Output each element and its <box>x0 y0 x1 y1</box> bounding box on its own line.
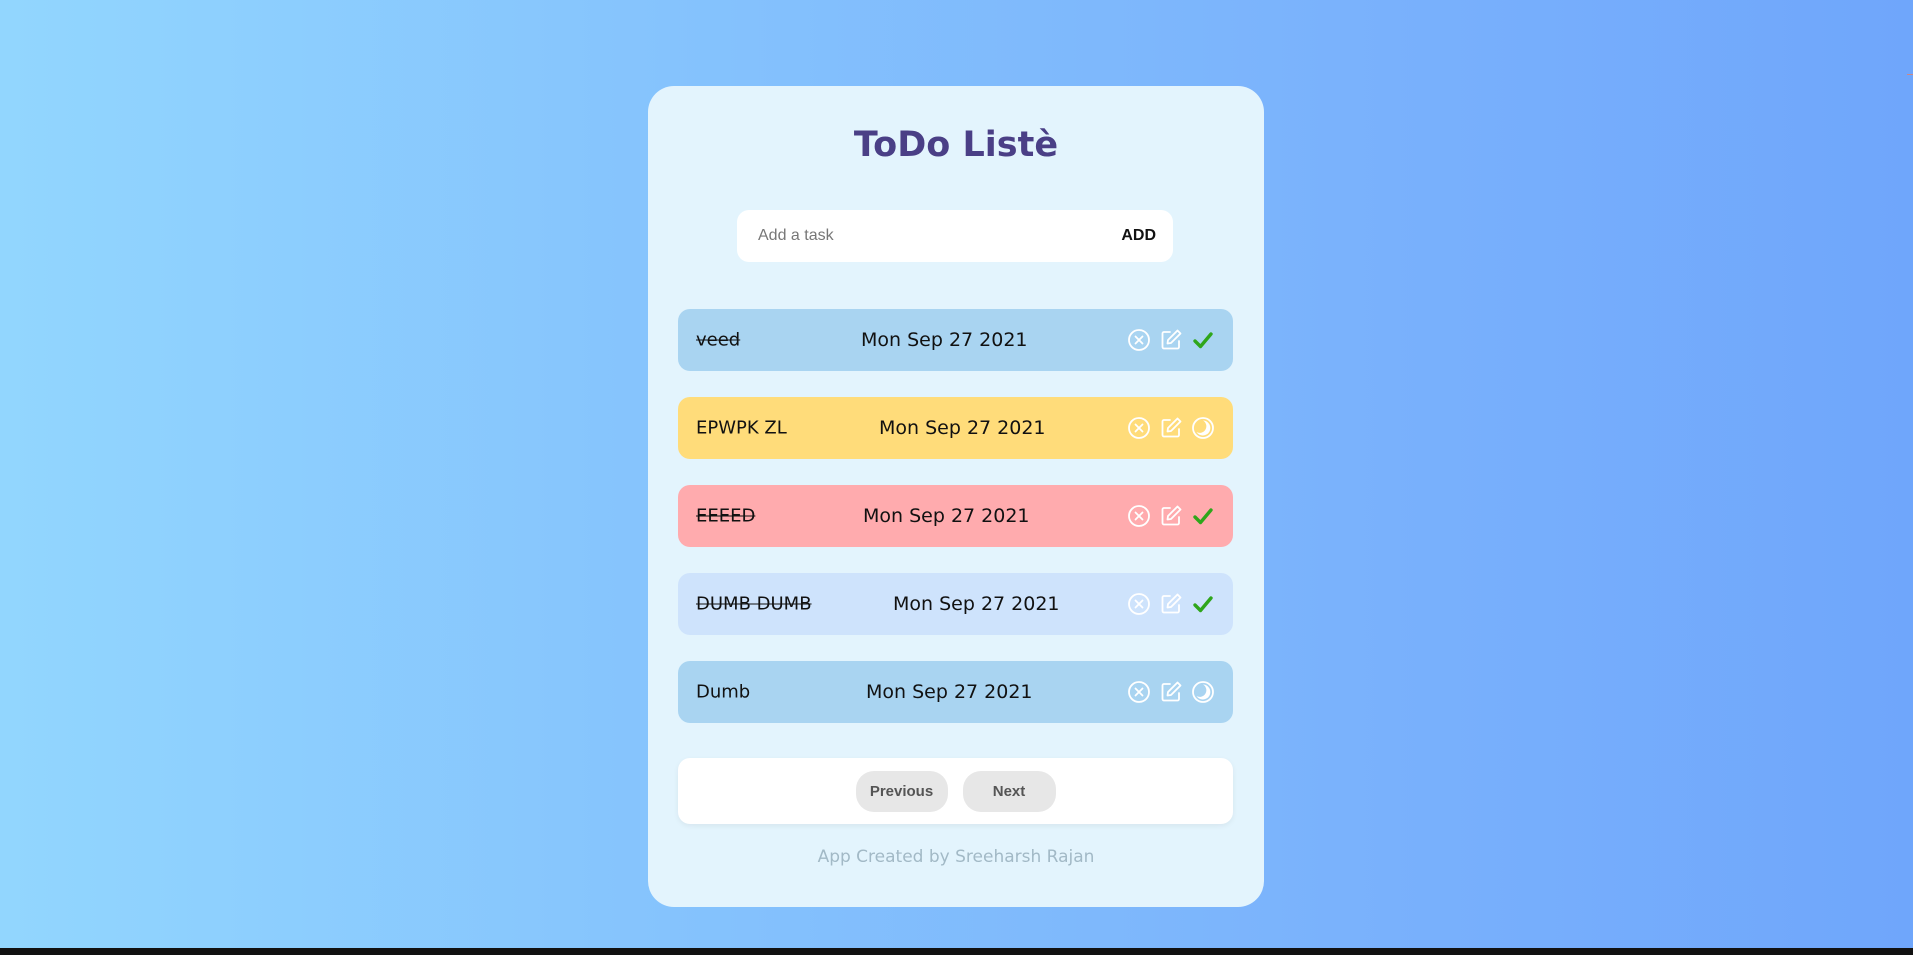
edit-icon[interactable] <box>1159 328 1183 352</box>
delete-icon[interactable] <box>1127 328 1151 352</box>
edit-icon[interactable] <box>1159 680 1183 704</box>
task-actions <box>1127 416 1215 440</box>
task-date: Mon Sep 27 2021 <box>866 681 1033 703</box>
pagination: Previous Next <box>678 758 1233 824</box>
task-actions <box>1127 504 1215 528</box>
pending-icon[interactable] <box>1191 680 1215 704</box>
task-text: EPWPK ZL <box>696 417 787 439</box>
check-icon[interactable] <box>1191 504 1215 528</box>
edit-icon[interactable] <box>1159 592 1183 616</box>
task-actions <box>1127 328 1215 352</box>
task-date: Mon Sep 27 2021 <box>863 505 1030 527</box>
delete-icon[interactable] <box>1127 416 1151 440</box>
task-text: veed <box>696 329 741 351</box>
task-actions <box>1127 680 1215 704</box>
check-icon[interactable] <box>1191 592 1215 616</box>
add-task-input[interactable] <box>756 226 1122 246</box>
task-text: DUMB DUMB <box>696 593 812 615</box>
edit-icon[interactable] <box>1159 504 1183 528</box>
task-date: Mon Sep 27 2021 <box>893 593 1060 615</box>
task-item: Dumb Mon Sep 27 2021 <box>678 661 1233 723</box>
task-item: EEEED Mon Sep 27 2021 <box>678 485 1233 547</box>
footer-credit: App Created by Sreeharsh Rajan <box>817 847 1095 867</box>
check-icon[interactable] <box>1191 328 1215 352</box>
task-date: Mon Sep 27 2021 <box>861 329 1028 351</box>
delete-icon[interactable] <box>1127 504 1151 528</box>
page-title: ToDo Listè <box>853 125 1059 165</box>
next-button[interactable]: Next <box>962 770 1056 812</box>
delete-icon[interactable] <box>1127 592 1151 616</box>
task-date: Mon Sep 27 2021 <box>879 417 1046 439</box>
add-task-form: ADD <box>737 210 1173 262</box>
task-text: EEEED <box>696 505 756 527</box>
task-text: Dumb <box>696 681 751 703</box>
edit-icon[interactable] <box>1159 416 1183 440</box>
edge-mark <box>1907 74 1913 75</box>
task-item: DUMB DUMB Mon Sep 27 2021 <box>678 573 1233 635</box>
previous-button[interactable]: Previous <box>855 770 948 812</box>
app-background: ToDo Listè ADD veedMon Sep 27 2021EPWPK … <box>0 0 1913 948</box>
pending-icon[interactable] <box>1191 416 1215 440</box>
todo-card: ToDo Listè ADD veedMon Sep 27 2021EPWPK … <box>648 86 1264 907</box>
task-item: veed Mon Sep 27 2021 <box>678 309 1233 371</box>
task-actions <box>1127 592 1215 616</box>
delete-icon[interactable] <box>1127 680 1151 704</box>
add-task-button[interactable]: ADD <box>1121 227 1156 245</box>
task-item: EPWPK ZL Mon Sep 27 2021 <box>678 397 1233 459</box>
